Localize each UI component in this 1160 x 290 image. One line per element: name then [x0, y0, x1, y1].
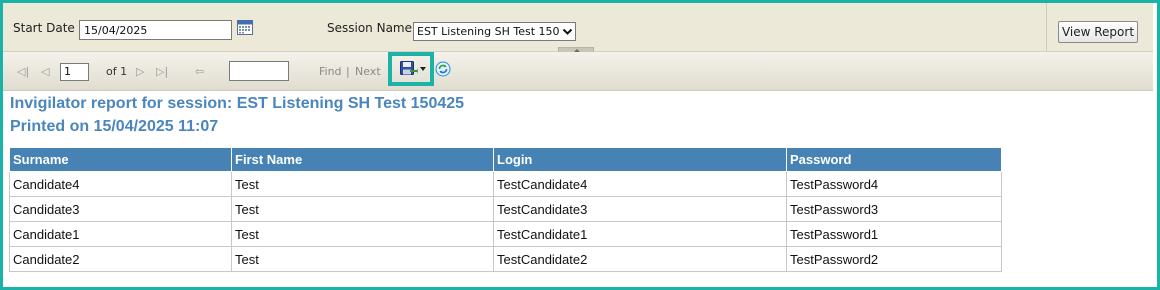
calendar-icon[interactable]	[237, 19, 253, 35]
find-link[interactable]: Find	[319, 65, 342, 78]
last-page-icon[interactable]: ▷|	[156, 65, 168, 78]
cell-surname: Candidate1	[9, 221, 232, 247]
params-divider	[1046, 3, 1047, 51]
session-name-label: Session Name	[327, 21, 413, 35]
cell-surname: Candidate2	[9, 246, 232, 272]
cell-password: TestPassword1	[786, 221, 1002, 247]
find-separator: |	[346, 65, 350, 78]
session-name-value: EST Listening SH Test 150	[417, 25, 560, 38]
column-header-first-name: First Name	[231, 147, 494, 172]
cell-login: TestCandidate1	[493, 221, 787, 247]
find-next-link[interactable]: Next	[355, 65, 381, 78]
first-page-icon[interactable]: ◁|	[17, 65, 29, 78]
find-text-input[interactable]	[229, 61, 289, 81]
column-header-login: Login	[493, 147, 787, 172]
next-page-icon[interactable]: ▷	[136, 65, 144, 78]
view-report-button[interactable]: View Report	[1058, 21, 1138, 43]
session-name-select[interactable]: EST Listening SH Test 150	[413, 22, 576, 41]
cell-password: TestPassword4	[786, 171, 1002, 197]
table-row: Candidate4 Test TestCandidate4 TestPassw…	[9, 171, 1002, 197]
cell-surname: Candidate3	[9, 196, 232, 222]
cell-first-name: Test	[231, 196, 494, 222]
refresh-icon[interactable]	[435, 61, 451, 77]
start-date-label: Start Date	[13, 21, 75, 35]
column-header-surname: Surname	[9, 147, 232, 172]
cell-surname: Candidate4	[9, 171, 232, 197]
cell-password: TestPassword3	[786, 196, 1002, 222]
cell-login: TestCandidate3	[493, 196, 787, 222]
cell-first-name: Test	[231, 246, 494, 272]
cell-login: TestCandidate4	[493, 171, 787, 197]
save-disk-icon[interactable]	[400, 61, 418, 77]
table-row: Candidate3 Test TestCandidate3 TestPassw…	[9, 196, 1002, 222]
table-row: Candidate2 Test TestCandidate2 TestPassw…	[9, 246, 1002, 272]
candidates-table: Surname First Name Login Password Candid…	[9, 147, 1002, 272]
report-printed-date: Printed on 15/04/2025 11:07	[10, 118, 219, 135]
table-row: Candidate1 Test TestCandidate1 TestPassw…	[9, 221, 1002, 247]
back-to-parent-icon[interactable]: ⇦	[195, 65, 204, 78]
page-number-input[interactable]: 1	[60, 63, 89, 81]
cell-login: TestCandidate2	[493, 246, 787, 272]
previous-page-icon[interactable]: ◁	[41, 65, 49, 78]
cell-first-name: Test	[231, 221, 494, 247]
cell-first-name: Test	[231, 171, 494, 197]
cell-password: TestPassword2	[786, 246, 1002, 272]
page-count-text: of 1	[106, 65, 128, 78]
report-title: Invigilator report for session: EST List…	[10, 95, 465, 112]
parameter-area: Start Date 15/04/2025 Session Name EST L…	[3, 3, 1153, 52]
table-header-row: Surname First Name Login Password	[9, 147, 1002, 172]
chevron-down-icon	[562, 28, 573, 35]
start-date-input[interactable]: 15/04/2025	[79, 20, 232, 40]
column-header-password: Password	[786, 147, 1002, 172]
report-toolbar: ◁| ◁ 1 of 1 ▷ ▷| ⇦ Find | Next	[3, 52, 1153, 91]
export-dropdown-arrow[interactable]	[420, 67, 426, 71]
